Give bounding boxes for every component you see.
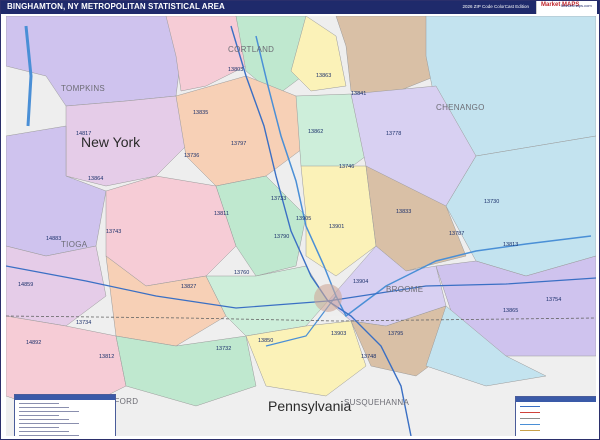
county-label-chenango: CHENANGO [436,103,485,112]
legend-line [520,418,540,419]
table-row [19,407,69,408]
table-row [19,419,69,420]
zip-label: 13904 [353,279,369,285]
zip-label: 13733 [271,196,287,202]
zip-label: 13760 [234,270,250,276]
zip-label: 13736 [184,153,200,159]
county-label-tompkins: TOMPKINS [61,84,106,93]
zip-label: 13827 [181,284,197,290]
table-row [19,423,79,424]
zip-label: 13841 [351,91,367,97]
zip-label: 13865 [503,308,519,314]
zip-zone[interactable] [105,175,237,287]
table-row [19,415,59,416]
zip-label: 13850 [258,338,274,344]
title-bar: BINGHAMTON, NY METROPOLITAN STATISTICAL … [1,1,599,14]
zip-label: 13732 [216,346,232,352]
zip-label: 13903 [331,331,347,337]
zip-label: 13835 [193,110,209,116]
zip-label: 13754 [546,297,562,303]
table-row [19,411,79,412]
zip-zone[interactable] [335,16,437,97]
legend-header [516,397,596,402]
zip-label: 13797 [231,141,247,147]
table-header [15,395,115,400]
edition-label: 2026 ZIP Code ColorCast Edition [462,4,529,9]
zip-label: 14892 [26,340,42,346]
zip-map [6,16,596,436]
county-label-susquehanna: SUSQUEHANNA [344,398,410,407]
zip-label: 13833 [396,209,412,215]
table-row [19,435,79,436]
zip-label: 14883 [46,236,62,242]
map-frame: BINGHAMTON, NY METROPOLITAN STATISTICAL … [0,0,600,440]
brand-logo: Market MAPS Marketmaps.com [536,1,597,14]
zip-label: 13795 [388,331,404,337]
zip-label: 13743 [106,229,122,235]
zip-label: 14817 [76,131,92,137]
zip-label: 13863 [316,73,332,79]
zip-zone[interactable] [175,75,307,187]
zip-label: 13787 [449,231,465,237]
zip-label: 13813 [503,242,519,248]
zip-label: 13811 [214,211,229,217]
map-title: BINGHAMTON, NY METROPOLITAN STATISTICAL … [7,2,225,11]
zip-label: 13812 [99,354,115,360]
zip-label: 13790 [274,234,290,240]
zip-code-table [14,394,116,436]
zip-label: 13778 [386,131,402,137]
county-label-cortland: CORTLAND [228,45,275,54]
map-canvas[interactable]: New York Pennsylvania CORTLAND TOMPKINS … [6,16,596,436]
zip-label: 13905 [296,216,312,222]
county-label-broome: BROOME [386,285,424,294]
zip-label: 14859 [18,282,34,288]
map-legend [515,396,596,436]
table-row [19,427,59,428]
zip-label: 13730 [484,199,500,205]
state-label-pa: Pennsylvania [268,398,352,414]
zip-label: 13864 [88,176,104,182]
table-row [19,403,59,404]
zip-label: 13746 [339,164,355,170]
zip-label: 13862 [308,129,324,135]
legend-line [520,412,540,413]
zip-label: 13734 [76,320,92,326]
legend-line [520,406,540,407]
zip-label: 13803 [228,67,244,73]
table-row [19,431,69,432]
zip-label: 13901 [329,224,345,230]
binghamton-urban [314,284,342,312]
county-label-tioga: TIOGA [61,240,88,249]
logo-sub: Marketmaps.com [561,3,592,8]
legend-line [520,430,540,431]
zip-label: 13748 [361,354,377,360]
legend-line [520,424,540,425]
zip-zone[interactable] [215,175,307,277]
